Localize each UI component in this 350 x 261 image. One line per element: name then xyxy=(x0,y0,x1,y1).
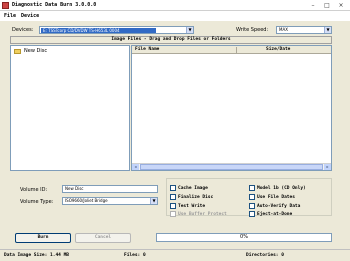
drop-hint-header: Image Files - Drag and Drop Files or Fol… xyxy=(10,36,332,44)
folder-icon xyxy=(14,49,21,54)
option-label: Test Write xyxy=(178,203,206,209)
checkbox-box xyxy=(170,211,176,217)
option-label: Finalize Disc xyxy=(178,194,214,200)
test-write-checkbox[interactable]: Test Write xyxy=(170,203,205,209)
write-speed-label: Write Speed: xyxy=(236,27,269,33)
option-label: Use File Dates xyxy=(257,194,295,200)
status-files: Files: 0 xyxy=(124,253,146,258)
folder-tree[interactable]: New Disc xyxy=(10,45,130,171)
menu-device[interactable]: Device xyxy=(21,13,39,19)
maximize-button[interactable]: □ xyxy=(320,1,334,10)
checkbox-box[interactable] xyxy=(249,203,255,209)
cache-image-checkbox[interactable]: Cache Image xyxy=(170,185,208,191)
status-image-size: Data Image Size: 1.44 MB xyxy=(4,253,70,258)
app-icon xyxy=(2,1,9,9)
option-label: Eject-at-Done xyxy=(257,211,293,217)
scroll-right-icon[interactable]: ▸ xyxy=(324,164,331,170)
file-list[interactable]: File Name Size/Date ◂ ▸ xyxy=(131,45,332,171)
devices-selected-value: E: TSSTcorp CD/DVDW TS-H653L 0004 xyxy=(41,28,156,33)
progress-bar: 0% xyxy=(156,233,332,242)
cancel-button: Cancel xyxy=(75,233,131,243)
file-list-header: File Name Size/Date xyxy=(132,46,331,54)
checkbox-box[interactable] xyxy=(249,185,255,191)
finalize-disc-checkbox[interactable]: Finalize Disc xyxy=(170,194,213,200)
checkbox-box[interactable] xyxy=(249,194,255,200)
chevron-down-icon[interactable]: ▼ xyxy=(150,198,157,204)
buffer-protect-checkbox: Use Buffer Protect xyxy=(170,211,227,217)
volume-id-label: Volume ID: xyxy=(20,187,48,193)
app-window: Diagnostic Data Burn 3.0.0.0 – □ × File … xyxy=(0,0,350,261)
scroll-left-icon[interactable]: ◂ xyxy=(132,164,139,170)
model-1b-checkbox[interactable]: Model 1b (CD Only) xyxy=(249,185,306,191)
volume-id-input[interactable]: New Disc xyxy=(62,185,158,193)
tree-item-new-disc[interactable]: New Disc xyxy=(24,48,47,54)
column-divider[interactable] xyxy=(236,47,237,53)
volume-id-value: New Disc xyxy=(65,186,84,191)
close-button[interactable]: × xyxy=(334,1,348,10)
option-label: Model 1b (CD Only) xyxy=(257,185,306,191)
write-speed-value: MAX xyxy=(279,27,288,32)
option-label: Cache Image xyxy=(178,185,208,191)
checkbox-box[interactable] xyxy=(170,194,176,200)
checkbox-box[interactable] xyxy=(170,185,176,191)
option-label: Use Buffer Protect xyxy=(178,211,227,217)
progress-text: 0% xyxy=(240,234,248,240)
devices-dropdown[interactable]: E: TSSTcorp CD/DVDW TS-H653L 0004 ▼ xyxy=(39,26,194,34)
window-title: Diagnostic Data Burn 3.0.0.0 xyxy=(12,2,97,8)
menu-file[interactable]: File xyxy=(4,13,16,19)
burn-button[interactable]: Burn xyxy=(15,233,71,243)
volume-type-dropdown[interactable]: ISO9660/Joliet Bridge ▼ xyxy=(62,197,158,205)
horizontal-scrollbar[interactable]: ◂ ▸ xyxy=(132,163,331,170)
volume-type-label: Volume Type: xyxy=(20,199,54,205)
auto-verify-checkbox[interactable]: Auto-Verify Data xyxy=(249,203,300,209)
use-file-dates-checkbox[interactable]: Use File Dates xyxy=(249,194,295,200)
title-bar: Diagnostic Data Burn 3.0.0.0 – □ × xyxy=(0,0,350,11)
checkbox-box[interactable] xyxy=(170,203,176,209)
write-speed-dropdown[interactable]: MAX ▼ xyxy=(276,26,332,34)
checkbox-box[interactable] xyxy=(249,211,255,217)
column-file-name[interactable]: File Name xyxy=(135,46,159,53)
status-bar: Data Image Size: 1.44 MB Files: 0 Direct… xyxy=(0,249,350,261)
column-size-date[interactable]: Size/Date xyxy=(266,46,290,53)
eject-at-done-checkbox[interactable]: Eject-at-Done xyxy=(249,211,292,217)
menu-bar: File Device xyxy=(0,11,350,21)
devices-label: Devices: xyxy=(12,27,34,33)
scroll-thumb[interactable] xyxy=(140,164,323,170)
volume-type-value: ISO9660/Joliet Bridge xyxy=(65,198,108,203)
status-directories: Directories: 0 xyxy=(246,253,284,258)
chevron-down-icon[interactable]: ▼ xyxy=(324,27,331,33)
minimize-button[interactable]: – xyxy=(306,1,320,10)
chevron-down-icon[interactable]: ▼ xyxy=(186,27,193,33)
option-label: Auto-Verify Data xyxy=(257,203,301,209)
